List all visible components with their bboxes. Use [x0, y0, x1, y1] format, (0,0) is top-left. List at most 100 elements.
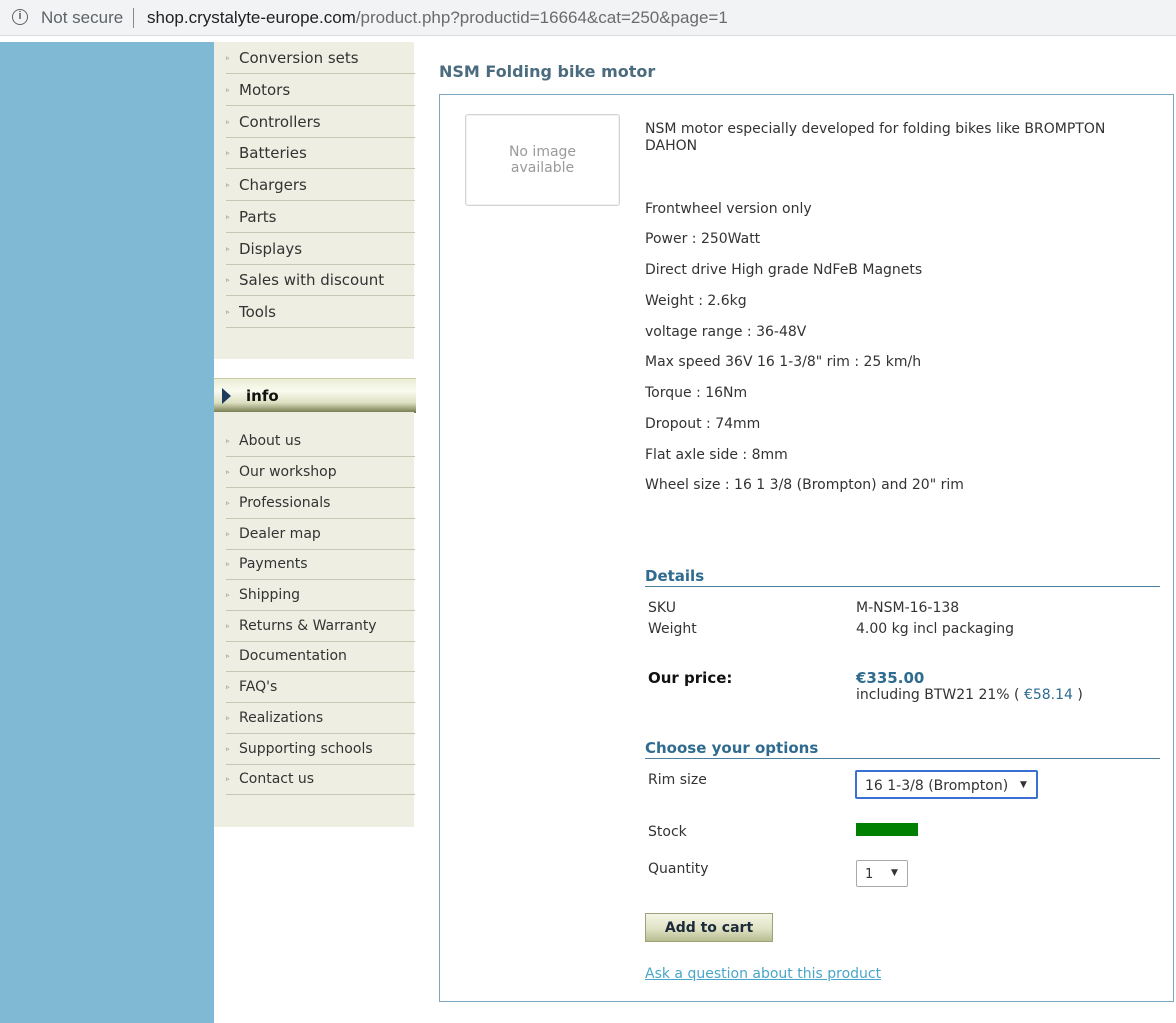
bullet-icon: ▹	[226, 591, 230, 599]
bullet-icon: ▹	[226, 117, 230, 126]
sidebar-item-label: Our workshop	[239, 464, 337, 480]
security-status[interactable]: Not secure	[41, 8, 123, 28]
quantity-selected-value: 1	[865, 867, 874, 882]
bullet-icon: ▹	[226, 307, 230, 316]
sku-value: M-NSM-16-138	[856, 600, 960, 616]
sidebar-item-motors[interactable]: ▹ Motors	[226, 74, 415, 106]
bullet-icon: ▹	[226, 499, 230, 507]
sidebar-item-supporting-schools[interactable]: ▹ Supporting schools	[226, 734, 415, 765]
sidebar-item-label: Dealer map	[239, 526, 321, 542]
sidebar-item-label: About us	[239, 433, 302, 449]
bullet-icon: ▹	[226, 652, 230, 660]
sidebar-item-label: Supporting schools	[239, 741, 373, 757]
ask-question-link[interactable]: Ask a question about this product	[645, 966, 881, 982]
sidebar-item-displays[interactable]: ▹ Displays	[226, 233, 415, 265]
bullet-icon: ▹	[226, 437, 230, 445]
sidebar-item-faqs[interactable]: ▹ FAQ's	[226, 672, 415, 703]
tax-prefix: including BTW21 21% (	[856, 687, 1024, 703]
bullet-icon: ▹	[226, 745, 230, 753]
sidebar-item-label: Parts	[239, 207, 277, 226]
description-line: Max speed 36V 16 1-3/8" rim : 25 km/h	[645, 354, 922, 370]
bullet-icon: ▹	[226, 530, 230, 538]
price-label: Our price:	[648, 669, 733, 687]
sidebar-item-label: Displays	[239, 239, 303, 258]
sidebar-item-about-us[interactable]: ▹ About us	[226, 426, 415, 457]
options-heading: Choose your options	[645, 739, 1160, 759]
sidebar-item-label: Conversion sets	[239, 48, 359, 67]
sidebar-item-chargers[interactable]: ▹ Chargers	[226, 169, 415, 201]
sidebar-item-professionals[interactable]: ▹ Professionals	[226, 488, 415, 519]
product-description-intro: NSM motor especially developed for foldi…	[645, 121, 1106, 154]
url-text[interactable]: shop.crystalyte-europe.com/product.php?p…	[147, 8, 728, 28]
sidebar-item-label: Chargers	[239, 175, 307, 194]
tax-suffix: )	[1072, 687, 1083, 703]
sidebar-item-controllers[interactable]: ▹ Controllers	[226, 106, 415, 138]
info-section-header: info	[214, 378, 416, 413]
sidebar-item-tools[interactable]: ▹ Tools	[226, 296, 415, 328]
description-line: Torque : 16Nm	[645, 385, 748, 401]
sidebar-item-contact-us[interactable]: ▹ Contact us	[226, 764, 415, 795]
add-to-cart-button[interactable]: Add to cart	[645, 913, 773, 942]
description-line: Dropout : 74mm	[645, 416, 761, 432]
stock-label: Stock	[648, 824, 687, 840]
info-section-title: info	[246, 387, 279, 405]
info-menu: ▹ About us ▹ Our workshop ▹ Professionals ▹…	[214, 412, 415, 827]
description-line: Weight : 2.6kg	[645, 293, 747, 309]
url-path: /product.php?productid=16664&cat=250&pag…	[355, 8, 728, 27]
sidebar-item-payments[interactable]: ▹ Payments	[226, 549, 415, 580]
sidebar-item-label: FAQ's	[239, 679, 278, 695]
sidebar-item-label: Documentation	[239, 648, 347, 664]
rim-size-label: Rim size	[648, 772, 707, 788]
category-menu: ▹ Conversion sets ▹ Motors ▹ Controllers ▹ B…	[214, 42, 415, 359]
sidebar-item-batteries[interactable]: ▹ Batteries	[226, 137, 415, 169]
bullet-icon: ▹	[226, 180, 230, 189]
info-icon[interactable]: i	[12, 9, 28, 25]
bullet-icon: ▹	[226, 53, 230, 62]
rim-size-select[interactable]: 16 1-3/8 (Brompton) ▼	[855, 770, 1038, 799]
bullet-icon: ▹	[226, 212, 230, 221]
details-heading: Details	[645, 567, 1160, 587]
sidebar-item-label: Professionals	[239, 495, 331, 511]
chevron-down-icon: ▼	[891, 868, 898, 878]
sidebar-item-label: Tools	[239, 302, 276, 321]
page-title: NSM Folding bike motor	[439, 62, 656, 81]
sidebar-item-sales-with-discount[interactable]: ▹ Sales with discount	[226, 264, 415, 296]
sidebar-item-conversion-sets[interactable]: ▹ Conversion sets	[226, 42, 415, 74]
sidebar-item-label: Payments	[239, 556, 308, 572]
description-line: Flat axle side : 8mm	[645, 447, 788, 463]
sidebar-item-shipping[interactable]: ▹ Shipping	[226, 580, 415, 611]
bullet-icon: ▹	[226, 468, 230, 476]
description-line: Wheel size : 16 1 3/8 (Brompton) and 20"…	[645, 477, 964, 493]
sidebar-item-dealer-map[interactable]: ▹ Dealer map	[226, 519, 415, 550]
left-background-band	[0, 42, 214, 1023]
sidebar-item-documentation[interactable]: ▹ Documentation	[226, 641, 415, 672]
sidebar-item-label: Realizations	[239, 710, 324, 726]
quantity-select[interactable]: 1 ▼	[856, 860, 908, 887]
bullet-icon: ▹	[226, 714, 230, 722]
sidebar-item-parts[interactable]: ▹ Parts	[226, 201, 415, 233]
description-line: Direct drive High grade NdFeB Magnets	[645, 262, 923, 278]
bullet-icon: ▹	[226, 622, 230, 630]
sidebar-item-label: Returns & Warranty	[239, 618, 377, 634]
product-panel	[439, 94, 1174, 1002]
price-value: €335.00	[856, 669, 925, 687]
bullet-icon: ▹	[226, 275, 230, 284]
sidebar-item-label: Contact us	[239, 771, 315, 787]
description-line: Power : 250Watt	[645, 231, 761, 247]
bullet-icon: ▹	[226, 244, 230, 253]
sidebar-item-label: Controllers	[239, 112, 321, 131]
weight-value: 4.00 kg incl packaging	[856, 621, 1015, 637]
sidebar-item-returns-warranty[interactable]: ▹ Returns & Warranty	[226, 611, 415, 642]
sku-label: SKU	[648, 600, 676, 616]
sidebar-item-label: Shipping	[239, 587, 301, 603]
chevron-down-icon: ▼	[1020, 780, 1027, 790]
description-line: voltage range : 36-48V	[645, 324, 807, 340]
sidebar-item-our-workshop[interactable]: ▹ Our workshop	[226, 457, 415, 488]
quantity-label: Quantity	[648, 861, 709, 877]
bullet-icon: ▹	[226, 683, 230, 691]
weight-label: Weight	[648, 621, 697, 637]
description-line: Frontwheel version only	[645, 201, 812, 217]
sidebar-item-realizations[interactable]: ▹ Realizations	[226, 703, 415, 734]
address-bar[interactable]: i Not secure shop.crystalyte-europe.com/…	[0, 0, 1176, 36]
tax-info: including BTW21 21% ( €58.14 )	[856, 687, 1083, 703]
